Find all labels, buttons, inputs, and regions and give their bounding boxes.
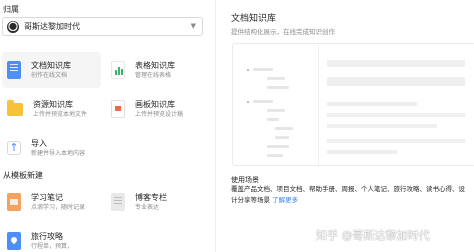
card-title: 学习笔记 [31,193,63,202]
preview-title: 文档知识库 [231,14,277,24]
template-study-notes[interactable]: 学习笔记 点滴学习，随时记录 [2,184,101,220]
travel-map-icon [7,232,21,250]
tree-line [267,109,285,112]
watermark: 知乎 @哥斯达黎加时代 [316,229,430,242]
preview-illustration [232,43,474,166]
tree-line [275,136,289,139]
tree-line [253,68,273,71]
card-board-kb[interactable]: 画板知识库 上传并预览设计稿 [106,91,205,127]
owner-name: 哥斯达黎加时代 [24,22,80,31]
create-panel: 归属 哥斯达黎加时代 ▼ 文档知识库 创作在线文档 表格知识库 管理在线表格 资… [0,0,215,252]
card-desc: 新建并导入本地内容 [31,150,86,157]
card-import[interactable]: ↑ 导入 新建并导入本地内容 [2,130,101,166]
content-bar [327,60,465,67]
tree-bullet [247,69,249,71]
card-desc: 行程单，预算， [31,243,74,250]
tree-line [253,100,273,103]
card-desc: 专业表达 [135,204,160,211]
card-title: 画板知识库 [135,100,175,109]
import-arrow-icon: ↑ [7,141,21,155]
card-desc: 上传并预览设计稿 [135,111,184,118]
card-desc: 点滴学习，随时记录 [31,204,86,211]
preview-subtitle: 提供结构化展示，在线完成知识创作 [231,28,335,36]
tree-line [267,154,283,157]
card-title: 导入 [31,139,47,148]
owner-select[interactable]: 哥斯达黎加时代 ▼ [2,17,203,36]
content-bar [327,102,417,106]
card-title: 旅行攻略 [31,232,63,241]
card-title: 文档知识库 [31,61,71,70]
card-title: 博客专栏 [135,193,167,202]
blog-icon [111,193,125,211]
template-blog-column[interactable]: 博客专栏 专业表达 [106,184,205,220]
card-document-kb[interactable]: 文档知识库 创作在线文档 [2,52,101,88]
document-icon [7,61,21,79]
tree-bullet [247,101,249,103]
folder-icon [7,99,23,116]
card-spreadsheet-kb[interactable]: 表格知识库 管理在线表格 [106,52,205,88]
board-icon [111,100,125,118]
content-bar [327,113,465,117]
owner-label: 归属 [3,5,19,14]
tree-line [267,145,289,148]
preview-separator [318,44,319,165]
card-desc: 创作在线文档 [31,72,68,79]
card-title: 表格知识库 [135,61,175,70]
tree-line [267,86,289,89]
template-travel-guide[interactable]: 旅行攻略 行程单，预算， [2,223,101,252]
usage-description: 覆盖产品文档、项目文档、帮助手册、周报、个人笔记、旅行攻略、读书心得、设计分享等… [231,184,471,206]
card-desc: 管理在线表格 [135,72,172,79]
content-bar [327,77,465,86]
tree-line [267,77,285,80]
chevron-down-icon: ▼ [190,22,196,30]
learn-more-link[interactable]: 了解更多 [272,196,298,204]
owner-avatar [7,20,19,33]
tree-line [267,118,279,121]
spreadsheet-icon [111,61,125,79]
content-bar [327,124,437,128]
usage-text: 覆盖产品文档、项目文档、帮助手册、周报、个人笔记、旅行攻略、读书心得、设计分享等… [231,185,465,204]
tree-line [275,127,293,130]
content-bar [327,150,397,154]
preview-panel: 文档知识库 提供结构化展示，在线完成知识创作 使用场景 覆盖产品文档、项目文档、… [216,0,474,252]
card-resource-kb[interactable]: 资源知识库 上传并预览本地文件 [2,91,101,127]
card-desc: 上传并预览本地文件 [33,111,88,118]
template-section-label: 从模板新建 [3,171,43,180]
card-title: 资源知识库 [33,100,73,109]
note-icon [7,193,21,211]
content-bar [327,139,465,143]
